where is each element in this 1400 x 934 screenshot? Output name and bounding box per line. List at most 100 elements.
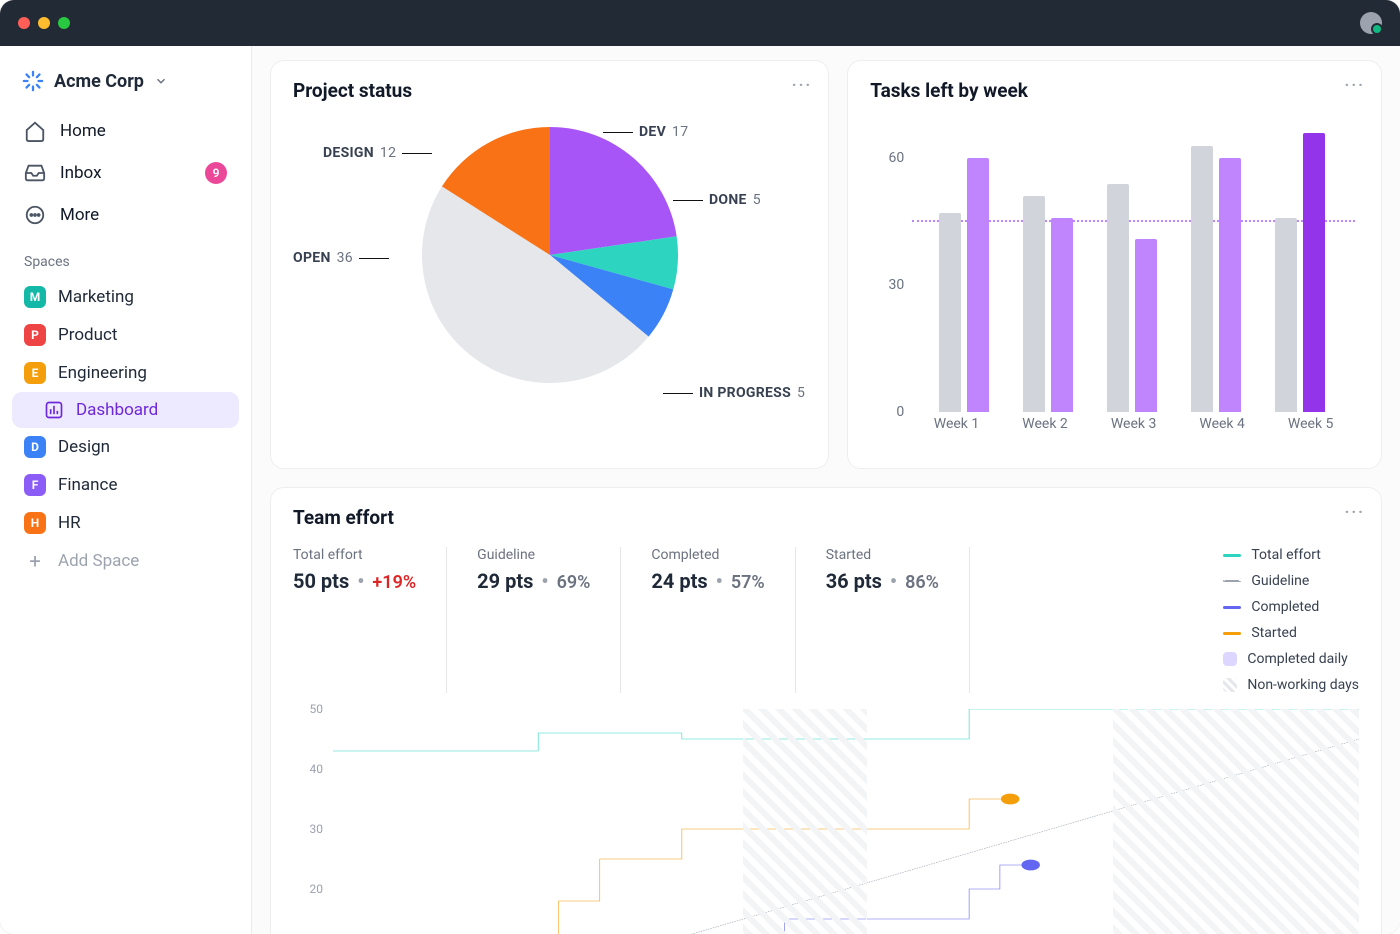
metric-delta: 86% [905, 572, 939, 593]
chevron-down-icon [154, 74, 168, 88]
inbox-badge: 9 [205, 162, 227, 184]
x-tick: Week 5 [1288, 416, 1334, 446]
legend-label: Guideline [1251, 573, 1309, 589]
minimize-icon[interactable] [38, 17, 50, 29]
space-label: HR [58, 513, 81, 533]
bar [1303, 133, 1325, 412]
non-working-band [743, 709, 866, 934]
legend-item: Completed daily [1223, 651, 1359, 667]
bar-group [1023, 116, 1075, 412]
sidebar-item-design[interactable]: D Design [12, 428, 239, 466]
nav-home[interactable]: Home [12, 110, 239, 152]
legend-item: Completed [1223, 599, 1359, 615]
legend-label: Completed [1251, 599, 1319, 615]
user-avatar[interactable] [1360, 12, 1382, 34]
add-space-label: Add Space [58, 551, 139, 571]
legend-label: Total effort [1251, 547, 1321, 563]
legend-item: Total effort [1223, 547, 1359, 563]
y-tick: 20 [310, 882, 324, 896]
y-tick: 30 [310, 822, 324, 836]
space-badge-icon: M [24, 286, 46, 308]
bar [1275, 218, 1297, 413]
legend: Total effort Guideline Completed Started Com… [1203, 547, 1359, 693]
bar [1135, 239, 1157, 412]
metric-delta: 57% [731, 572, 765, 593]
bar [1023, 196, 1045, 412]
workspace-name: Acme Corp [54, 71, 144, 92]
x-tick: Week 3 [1111, 416, 1157, 446]
metric: Total effort50 pts • +19% [293, 547, 447, 693]
legend-label: Non-working days [1247, 677, 1359, 693]
nav-inbox[interactable]: Inbox 9 [12, 152, 239, 194]
card-menu-icon[interactable]: ··· [792, 75, 812, 94]
bar-group [1275, 116, 1327, 412]
nav-inbox-label: Inbox [60, 163, 102, 183]
legend-item: Guideline [1223, 573, 1359, 589]
bar [1107, 184, 1129, 412]
bar [1191, 146, 1213, 412]
metric-label: Total effort [293, 547, 416, 563]
space-label: Finance [58, 475, 117, 495]
pie-label: DESIGN 12 [323, 145, 432, 161]
x-tick: Week 1 [934, 416, 980, 446]
close-icon[interactable] [18, 17, 30, 29]
workspace-logo-icon [22, 70, 44, 92]
maximize-icon[interactable] [58, 17, 70, 29]
spaces-section-label: Spaces [12, 236, 239, 278]
home-icon [24, 120, 46, 142]
nav-home-label: Home [60, 121, 106, 141]
bar-chart: 03060 Week 1Week 2Week 3Week 4Week 5 [870, 116, 1359, 446]
inbox-icon [24, 162, 46, 184]
metric: Started36 pts • 86% [826, 547, 970, 693]
space-badge-icon: F [24, 474, 46, 496]
card-menu-icon[interactable]: ··· [1345, 502, 1365, 521]
nav-more[interactable]: More [12, 194, 239, 236]
metric: Completed24 pts • 57% [651, 547, 795, 693]
x-tick: Week 4 [1199, 416, 1245, 446]
nav-more-label: More [60, 205, 99, 225]
line-chart: 20304050 [293, 709, 1359, 934]
card-title: Project status [293, 79, 806, 102]
metric-value: 29 pts [477, 569, 533, 593]
y-tick: 60 [888, 150, 904, 166]
bar [939, 213, 961, 412]
non-working-band [1113, 709, 1359, 934]
legend-item: Non-working days [1223, 677, 1359, 693]
card-project-status: Project status ··· DEV 17 DONE 5 IN PROG… [270, 60, 829, 469]
legend-item: Started [1223, 625, 1359, 641]
legend-label: Started [1251, 625, 1297, 641]
space-badge-icon: D [24, 436, 46, 458]
sidebar-item-product[interactable]: PProduct [12, 316, 239, 354]
window-controls [18, 17, 70, 29]
sidebar-item-marketing[interactable]: MMarketing [12, 278, 239, 316]
space-label: Design [58, 437, 110, 457]
y-tick: 30 [888, 277, 904, 293]
add-space-button[interactable]: + Add Space [12, 542, 239, 580]
space-badge-icon: E [24, 362, 46, 384]
space-badge-icon: P [24, 324, 46, 346]
sidebar-item-hr[interactable]: H HR [12, 504, 239, 542]
team-effort-metrics: Total effort50 pts • +19%Guideline29 pts… [293, 547, 1359, 693]
sidebar-item-finance[interactable]: F Finance [12, 466, 239, 504]
card-title: Team effort [293, 506, 1359, 529]
plus-icon: + [24, 550, 46, 572]
sidebar-item-dashboard[interactable]: Dashboard [12, 392, 239, 428]
card-tasks-left: Tasks left by week ··· 03060 Week 1Week … [847, 60, 1382, 469]
workspace-switcher[interactable]: Acme Corp [12, 62, 239, 100]
space-badge-icon: H [24, 512, 46, 534]
metric-value: 50 pts [293, 569, 349, 593]
pie-label: OPEN 36 [293, 250, 389, 266]
pie-svg [415, 120, 685, 390]
pie-label: DEV 17 [603, 124, 688, 140]
legend-label: Completed daily [1247, 651, 1347, 667]
metric-value: 24 pts [651, 569, 707, 593]
metric-label: Completed [651, 547, 764, 563]
bar [1051, 218, 1073, 413]
card-menu-icon[interactable]: ··· [1345, 75, 1365, 94]
metric: Guideline29 pts • 69% [477, 547, 621, 693]
pie-label: DONE 5 [673, 192, 761, 208]
sidebar-item-engineering[interactable]: EEngineering [12, 354, 239, 392]
spaces-list: MMarketingPProductEEngineering Dashboard D… [12, 278, 239, 542]
space-label: Dashboard [76, 400, 158, 420]
bar-group [1107, 116, 1159, 412]
